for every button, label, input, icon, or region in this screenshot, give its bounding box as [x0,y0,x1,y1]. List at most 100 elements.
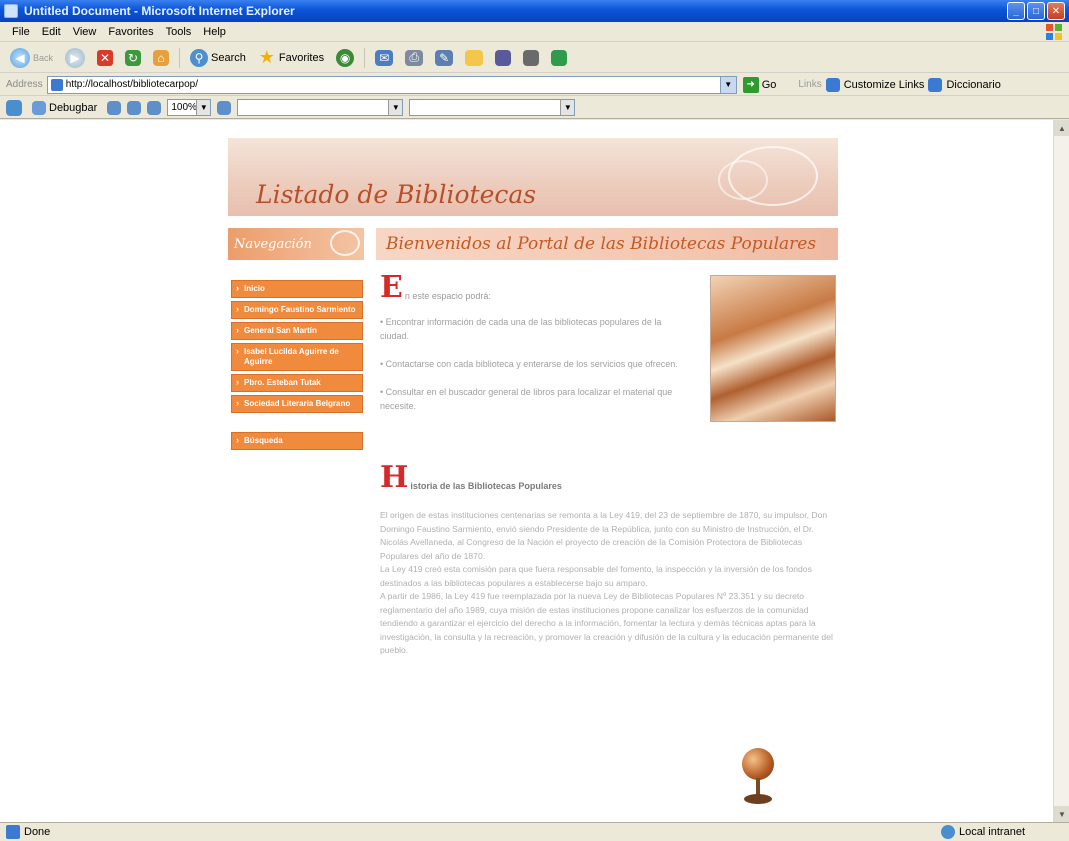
debug-combo-1[interactable]: ▼ [237,99,404,116]
window-title: Untitled Document - Microsoft Internet E… [24,4,295,18]
intro-lead: E n este espacio podrá: [380,270,690,305]
search-icon: ⚲ [190,48,209,67]
status-bar: Done Local intranet [0,822,1069,841]
intro-bullet: • Contactarse con cada biblioteca y ente… [380,359,678,369]
menu-tools[interactable]: Tools [160,26,198,38]
zoom-select[interactable]: 100% ▼ [167,99,212,116]
favorites-star-icon: ★ [258,47,275,67]
nav-item-san-martin[interactable]: General San Martín [231,322,363,340]
navigation-header-label: Navegación [234,236,312,252]
chevron-down-icon: ▼ [560,100,575,115]
go-button[interactable]: ➜ Go [742,76,777,93]
validate-icon[interactable] [107,100,122,115]
go-label: Go [761,78,777,91]
debugbar-label: Debugbar [49,101,98,114]
stop-button[interactable]: ✕ [93,48,117,68]
links-bar: Links Customize Links Diccionario [798,77,1001,92]
favorites-label: Favorites [278,51,325,64]
refresh-icon: ↻ [125,49,142,66]
history-body: El origen de estas instituciones centena… [380,509,836,658]
home-button[interactable]: ⌂ [149,48,173,68]
pencil-icon[interactable] [147,100,162,115]
research-button[interactable] [491,48,515,68]
address-input[interactable]: http://localhost/bibliotecarpop/ ▼ [46,75,737,94]
folder-button[interactable] [461,48,487,68]
messenger-icon [551,49,568,66]
books-image [710,275,836,422]
toolbar-separator [364,47,366,68]
page-banner: Listado de Bibliotecas [228,138,838,216]
intro-dropcap: E [380,270,403,305]
intranet-icon [940,825,955,839]
debug-combo-2[interactable]: ▼ [409,99,576,116]
edit-button[interactable]: ✎ [431,48,457,68]
scroll-up-icon[interactable]: ▲ [1054,120,1069,136]
decorative-swirl [330,230,360,256]
menu-view[interactable]: View [67,26,103,38]
nav-item-sarmiento[interactable]: Domingo Faustino Sarmiento [231,301,363,319]
media-button[interactable]: ◉ [332,47,358,69]
history-paragraph: La Ley 419 creó esta comisión para que f… [380,564,812,588]
link-customize[interactable]: Customize Links [844,79,925,91]
status-text: Done [24,826,51,838]
nav-item-tutak[interactable]: Pbro. Esteban Tutak [231,374,363,392]
forward-button[interactable]: ▶ [61,46,89,70]
cookie-icon[interactable] [127,100,142,115]
close-button[interactable]: ✕ [1047,2,1065,20]
security-zone: Local intranet [940,825,1025,839]
intro-section: E n este espacio podrá: • Encontrar info… [380,270,690,413]
links-label: Links [798,79,822,90]
menu-file[interactable]: File [6,26,36,38]
print-button[interactable]: ⎙ [401,48,427,68]
favorites-button[interactable]: ★ Favorites [254,46,328,70]
menu-bar: File Edit View Favorites Tools Help [0,22,1069,42]
minimize-button[interactable]: _ [1007,2,1025,20]
navigation-header: Navegación [228,228,364,260]
bug-icon [32,100,46,115]
search-button[interactable]: ⚲ Search [186,47,250,69]
intro-bullet: • Consultar en el buscador general de li… [380,387,673,411]
book-icon [495,49,512,66]
address-label: Address [6,79,43,90]
history-heading: H istoria de las Bibliotecas Populares [380,463,836,493]
menu-edit[interactable]: Edit [36,26,67,38]
intro-lead-text: n este espacio podrá: [404,291,491,301]
stop-icon: ✕ [97,49,114,66]
scroll-down-icon[interactable]: ▼ [1054,806,1069,822]
globe-ball [742,748,774,780]
nav-item-isabel-aguirre[interactable]: Isabel Lucilda Aguirre de Aguirre [231,343,363,371]
search-label: Search [211,51,246,64]
page-done-icon [6,825,20,839]
nav-item-busqueda[interactable]: Búsqueda [231,432,363,450]
title-bar: Untitled Document - Microsoft Internet E… [0,0,1069,22]
history-title: istoria de las Bibliotecas Populares [410,481,562,491]
address-dropdown-icon[interactable]: ▼ [719,76,736,93]
debugbar-button[interactable]: Debugbar [28,99,101,117]
globe-base [744,794,772,804]
mail-button[interactable]: ✉ [371,48,397,68]
nav-item-inicio[interactable]: Inicio [231,280,363,298]
tools-button[interactable] [519,48,543,68]
edit-icon: ✎ [435,49,454,66]
messenger-button[interactable] [547,48,571,68]
resize-icon[interactable] [217,100,232,115]
back-button[interactable]: ◀ Back [6,46,57,70]
link-diccionario[interactable]: Diccionario [946,79,1000,91]
back-arrow-icon: ◀ [10,47,30,68]
maximize-button[interactable]: □ [1027,2,1045,20]
standard-toolbar: ◀ Back ▶ ✕ ↻ ⌂ ⚲ Search ★ Favorites ◉ ✉ … [0,43,1069,73]
intro-bullet: • Encontrar información de cada una de l… [380,317,662,341]
chevron-down-icon: ▼ [196,100,211,115]
menu-help[interactable]: Help [197,26,232,38]
debug-tools-icon[interactable] [6,99,22,116]
mail-icon: ✉ [375,49,394,66]
history-paragraph: El origen de estas instituciones centena… [380,510,828,561]
nav-item-belgrano[interactable]: Sociedad Literaria Belgrano [231,395,363,413]
home-icon: ⌂ [153,49,170,66]
menu-favorites[interactable]: Favorites [102,26,159,38]
refresh-button[interactable]: ↻ [121,48,145,68]
gear-icon [523,49,540,66]
link-icon [825,77,840,92]
zone-label: Local intranet [958,826,1025,838]
vertical-scrollbar[interactable]: ▲ ▼ [1053,120,1069,822]
